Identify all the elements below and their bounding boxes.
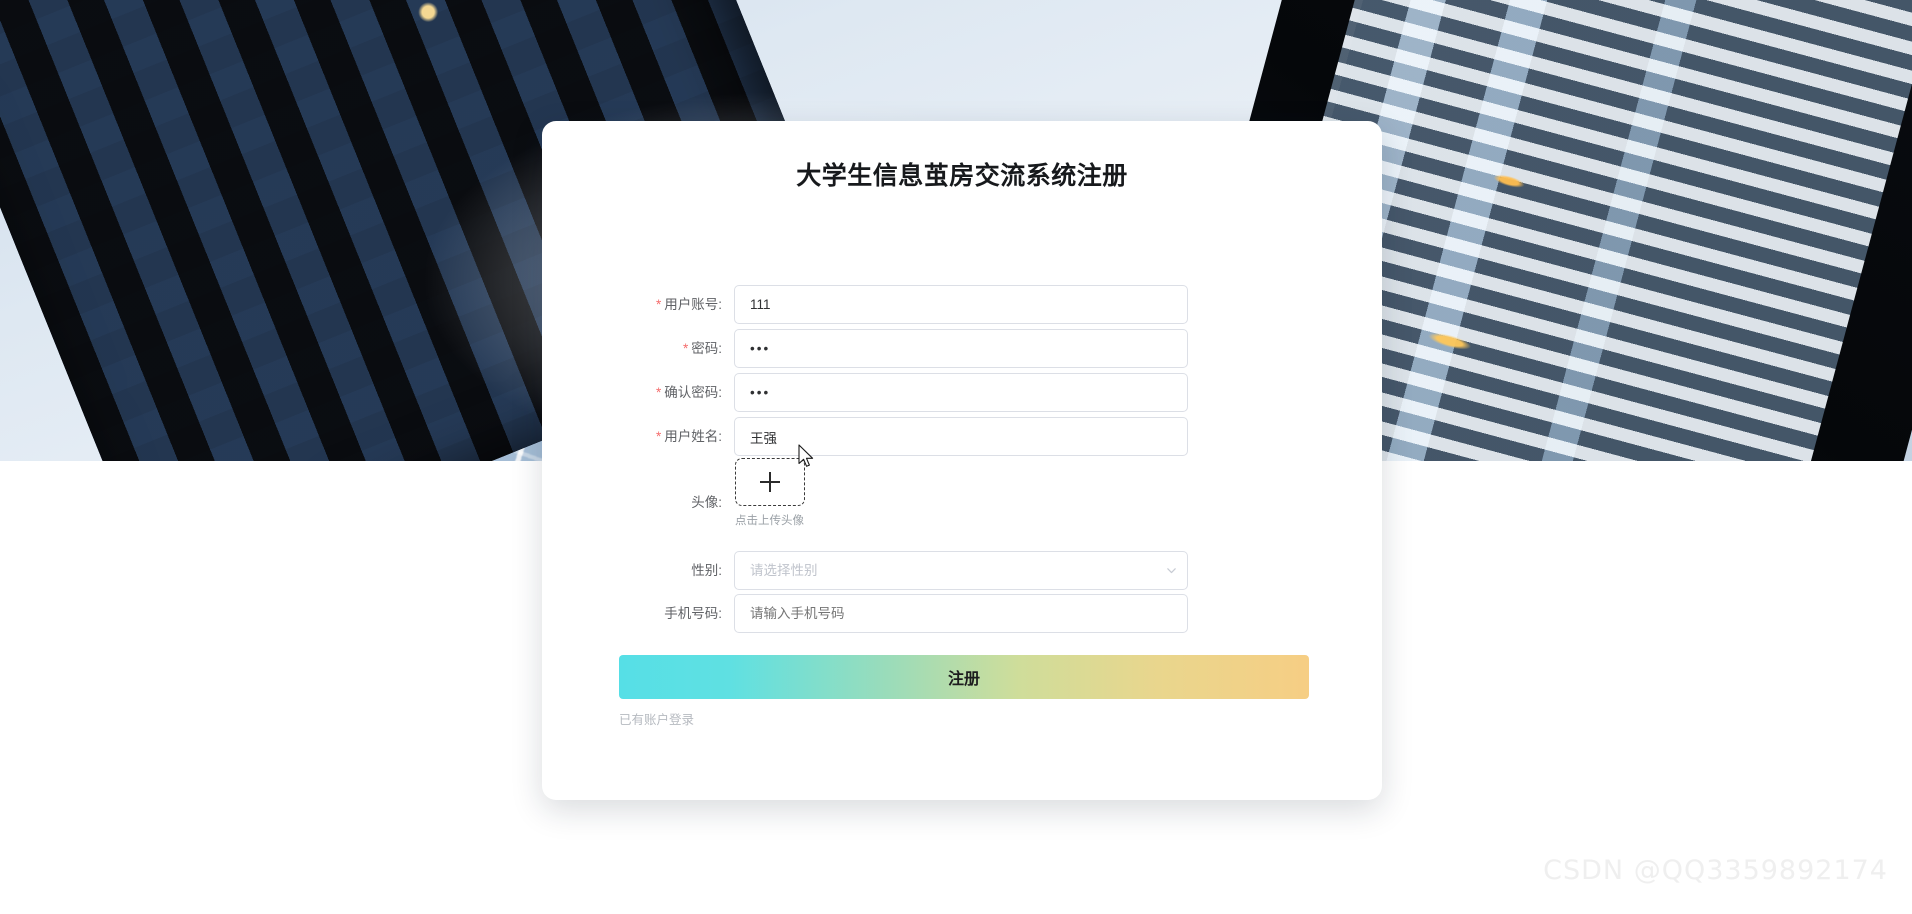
- label-gender: 性别:: [691, 563, 722, 578]
- label-username: * 用户姓名:: [542, 417, 734, 457]
- account-input[interactable]: [734, 285, 1188, 324]
- required-asterisk: *: [655, 385, 662, 400]
- form-row-username: * 用户姓名:: [542, 417, 1382, 457]
- register-page: 大学生信息茧房交流系统注册 *用户账号: *密码: ••• *确认密码:: [0, 0, 1912, 914]
- required-asterisk: *: [655, 429, 662, 444]
- password-input[interactable]: •••: [734, 329, 1188, 368]
- form-row-avatar: 头像: 点击上传头像: [542, 458, 1382, 548]
- label-phone: 手机号码:: [664, 606, 722, 621]
- form-row-password: * 密码: •••: [542, 329, 1382, 369]
- label-username-text: 用户姓名:: [664, 429, 722, 444]
- form-row-phone: 手机号码:: [542, 594, 1382, 634]
- phone-input[interactable]: [734, 594, 1188, 633]
- form-row-confirm-password: * 确认密码: •••: [542, 373, 1382, 413]
- required-asterisk: *: [682, 341, 689, 356]
- form-row-gender: 性别: 请选择性别: [542, 551, 1382, 591]
- page-title: 大学生信息茧房交流系统注册: [796, 162, 1128, 190]
- csdn-watermark: CSDN @QQ3359892174: [1543, 855, 1888, 886]
- register-card: 大学生信息茧房交流系统注册 *用户账号: *密码: ••• *确认密码:: [542, 121, 1382, 800]
- register-submit-button[interactable]: 注册: [619, 655, 1309, 699]
- username-input[interactable]: [734, 417, 1188, 456]
- gender-select-value[interactable]: 请选择性别: [734, 551, 1188, 590]
- existing-account-login-link[interactable]: 已有账户登录: [619, 709, 694, 728]
- plus-icon: [760, 472, 780, 492]
- avatar-upload-hint: 点击上传头像: [735, 515, 804, 527]
- label-avatar: 头像:: [691, 495, 722, 510]
- avatar-upload-button[interactable]: [735, 458, 805, 506]
- label-password-text: 密码:: [691, 341, 722, 356]
- gender-select[interactable]: 请选择性别: [734, 551, 1188, 590]
- required-asterisk: *: [655, 297, 662, 312]
- label-account-text: 用户账号:: [664, 297, 722, 312]
- label-confirm-password-text: 确认密码:: [664, 385, 722, 400]
- form-row-account: * 用户账号:: [542, 285, 1382, 325]
- label-account: * 用户账号:: [542, 285, 734, 325]
- label-password: * 密码:: [542, 329, 734, 369]
- confirm-password-input[interactable]: •••: [734, 373, 1188, 412]
- label-confirm-password: * 确认密码:: [542, 373, 734, 413]
